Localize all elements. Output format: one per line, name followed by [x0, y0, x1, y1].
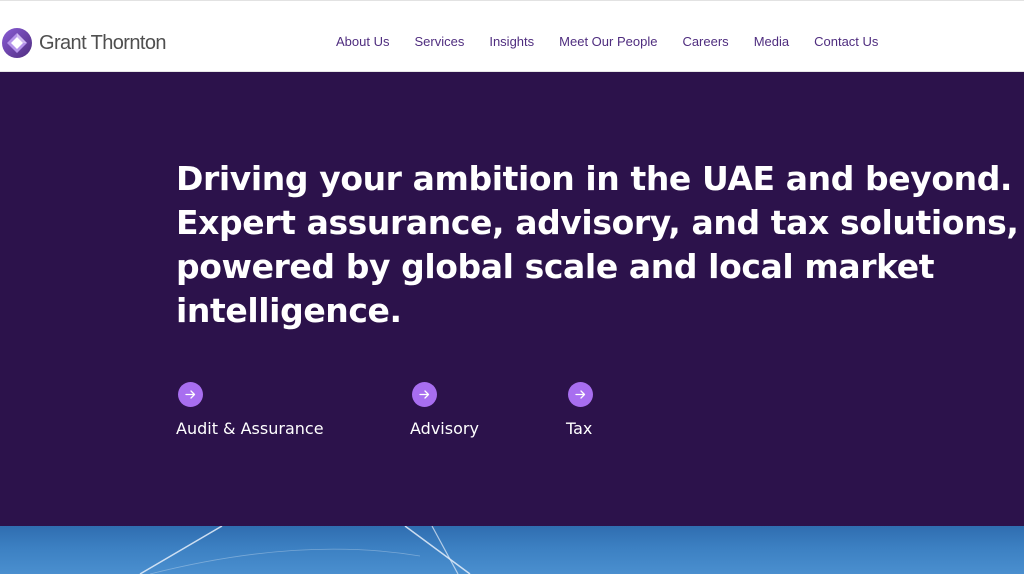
nav-item-about-us[interactable]: About Us — [336, 34, 389, 49]
nav-item-insights[interactable]: Insights — [489, 34, 534, 49]
sky-lines-graphic — [139, 526, 471, 574]
page: Grant Thornton About Us Services Insight… — [0, 0, 1024, 574]
nav-item-media[interactable]: Media — [754, 34, 789, 49]
service-link-advisory[interactable]: Advisory — [410, 382, 479, 438]
service-link-tax[interactable]: Tax — [566, 382, 593, 438]
arrow-right-icon — [568, 382, 593, 407]
hero-background-photo — [0, 526, 1024, 574]
service-label: Tax — [566, 419, 593, 438]
arrow-right-icon — [412, 382, 437, 407]
grant-thornton-logo-icon — [2, 28, 32, 58]
hero-headline: Driving your ambition in the UAE and bey… — [176, 159, 1019, 330]
grant-thornton-logo[interactable]: Grant Thornton — [2, 26, 166, 60]
brand-name: Grant Thornton — [39, 31, 166, 54]
arrow-right-icon — [178, 382, 203, 407]
nav-item-meet-our-people[interactable]: Meet Our People — [559, 34, 657, 49]
main-nav: About Us Services Insights Meet Our Peop… — [336, 34, 903, 49]
service-label: Advisory — [410, 419, 479, 438]
nav-item-services[interactable]: Services — [414, 34, 464, 49]
nav-item-contact-us[interactable]: Contact Us — [814, 34, 878, 49]
site-header: Grant Thornton About Us Services Insight… — [0, 0, 1024, 72]
service-link-audit-assurance[interactable]: Audit & Assurance — [176, 382, 324, 438]
hero-section: Driving your ambition in the UAE and bey… — [0, 72, 1024, 526]
service-label: Audit & Assurance — [176, 419, 324, 438]
nav-item-careers[interactable]: Careers — [682, 34, 728, 49]
